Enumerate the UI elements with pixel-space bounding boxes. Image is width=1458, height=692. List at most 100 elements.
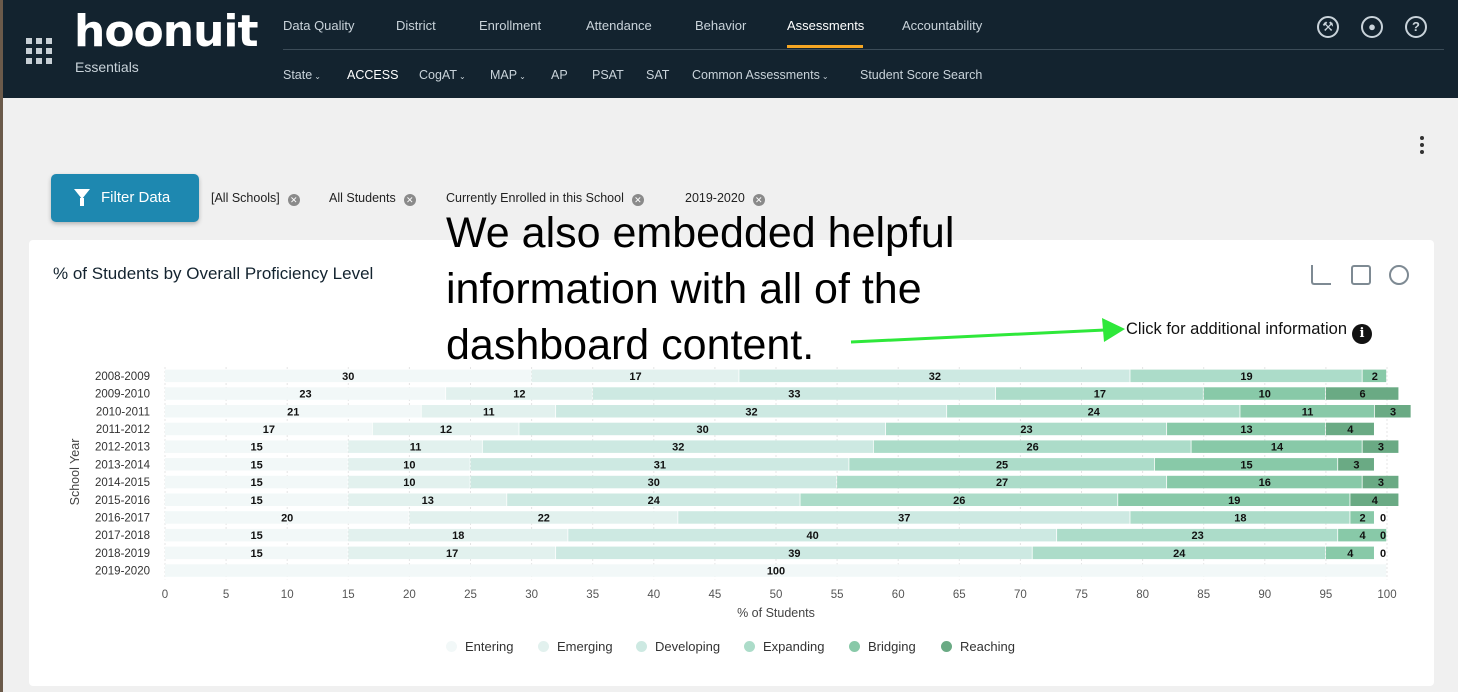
data-label: 32 — [745, 406, 757, 418]
x-tick-label: 0 — [162, 589, 168, 601]
data-label: 10 — [403, 459, 415, 471]
data-label: 0 — [1380, 530, 1386, 542]
x-tick-label: 10 — [281, 589, 294, 601]
y-tick-label: 2010-2011 — [96, 406, 150, 418]
data-label: 4 — [1347, 548, 1354, 560]
data-label: 24 — [648, 495, 661, 507]
data-label: 18 — [452, 530, 464, 542]
y-axis-title: School Year — [68, 439, 82, 506]
data-label: 22 — [538, 512, 550, 524]
x-tick-label: 80 — [1136, 589, 1149, 601]
y-tick-label: 2019-2020 — [95, 566, 150, 578]
legend-label: Bridging — [868, 639, 916, 654]
legend-item[interactable]: Developing — [636, 639, 720, 654]
overlay-line: We also embedded helpful — [446, 209, 955, 257]
data-label: 16 — [1259, 477, 1271, 489]
data-label: 40 — [807, 530, 819, 542]
data-label: 3 — [1353, 459, 1359, 471]
data-label: 18 — [1234, 512, 1246, 524]
data-label: 11 — [483, 406, 495, 418]
overlay-line: information with all of the — [446, 265, 922, 313]
data-label: 4 — [1372, 495, 1379, 507]
annotation-arrow — [850, 318, 1125, 344]
x-tick-label: 75 — [1075, 589, 1088, 601]
data-label: 2 — [1359, 512, 1365, 524]
legend-swatch — [636, 641, 647, 652]
data-label: 3 — [1378, 442, 1384, 454]
x-tick-label: 95 — [1320, 589, 1333, 601]
data-label: 30 — [697, 424, 709, 436]
arrow-shaft — [850, 328, 1106, 344]
data-label: 30 — [648, 477, 660, 489]
arrow-head — [1102, 318, 1125, 342]
legend-item[interactable]: Entering — [446, 639, 513, 654]
data-label: 33 — [788, 389, 800, 401]
x-tick-label: 50 — [770, 589, 783, 601]
y-tick-label: 2018-2019 — [95, 548, 150, 560]
data-label: 32 — [672, 442, 684, 454]
y-tick-label: 2015-2016 — [95, 495, 150, 507]
data-label: 12 — [440, 424, 452, 436]
y-tick-label: 2008-2009 — [95, 371, 150, 383]
x-tick-label: 60 — [892, 589, 905, 601]
data-label: 3 — [1378, 477, 1384, 489]
legend-swatch — [941, 641, 952, 652]
y-tick-label: 2016-2017 — [95, 512, 150, 524]
x-tick-label: 30 — [525, 589, 538, 601]
info-icon[interactable]: i — [1352, 324, 1373, 344]
data-label: 100 — [767, 566, 785, 578]
legend-item[interactable]: Expanding — [744, 639, 824, 654]
data-label: 15 — [251, 442, 263, 454]
additional-info-link[interactable]: Click for additional information i — [1126, 320, 1373, 344]
legend-label: Developing — [655, 639, 721, 654]
data-label: 19 — [1228, 495, 1240, 507]
data-label: 37 — [898, 512, 910, 524]
data-label: 25 — [996, 459, 1008, 471]
y-tick-label: 2014-2015 — [95, 477, 150, 489]
x-tick-label: 40 — [647, 589, 660, 601]
legend-item[interactable]: Reaching — [941, 639, 1015, 654]
x-tick-label: 5 — [223, 589, 229, 601]
x-tick-label: 20 — [403, 589, 416, 601]
y-tick-label: 2011-2012 — [96, 424, 150, 436]
y-tick-label: 2012-2013 — [95, 442, 150, 454]
data-label: 0 — [1380, 512, 1386, 524]
data-label: 15 — [251, 548, 263, 560]
x-tick-label: 85 — [1197, 589, 1210, 601]
y-tick-label: 2017-2018 — [95, 530, 150, 542]
x-tick-label: 15 — [342, 589, 355, 601]
data-label: 23 — [299, 389, 311, 401]
x-tick-label: 100 — [1377, 589, 1396, 601]
data-label: 6 — [1359, 389, 1365, 401]
data-label: 4 — [1347, 424, 1354, 436]
data-label: 15 — [251, 530, 263, 542]
x-tick-label: 90 — [1258, 589, 1271, 601]
data-label: 27 — [996, 477, 1008, 489]
data-label: 15 — [251, 459, 263, 471]
data-label: 3 — [1390, 406, 1396, 418]
legend-item[interactable]: Bridging — [849, 639, 916, 654]
x-tick-label: 35 — [586, 589, 599, 601]
x-tick-label: 65 — [953, 589, 966, 601]
data-label: 20 — [281, 512, 293, 524]
data-label: 15 — [1240, 459, 1252, 471]
data-label: 13 — [1240, 424, 1252, 436]
legend-swatch — [446, 641, 457, 652]
data-label: 21 — [287, 406, 299, 418]
data-label: 23 — [1191, 530, 1203, 542]
legend-swatch — [538, 641, 549, 652]
data-label: 26 — [1026, 442, 1038, 454]
x-tick-label: 25 — [464, 589, 477, 601]
legend-label: Reaching — [960, 639, 1015, 654]
data-label: 19 — [1240, 371, 1252, 383]
data-label: 39 — [788, 548, 800, 560]
data-label: 17 — [263, 424, 275, 436]
data-label: 13 — [422, 495, 434, 507]
data-label: 14 — [1271, 442, 1284, 454]
legend-item[interactable]: Emerging — [538, 639, 613, 654]
legend-swatch — [744, 641, 755, 652]
data-label: 24 — [1088, 406, 1101, 418]
legend-label: Emerging — [557, 639, 613, 654]
data-label: 26 — [953, 495, 965, 507]
data-label: 30 — [342, 371, 354, 383]
